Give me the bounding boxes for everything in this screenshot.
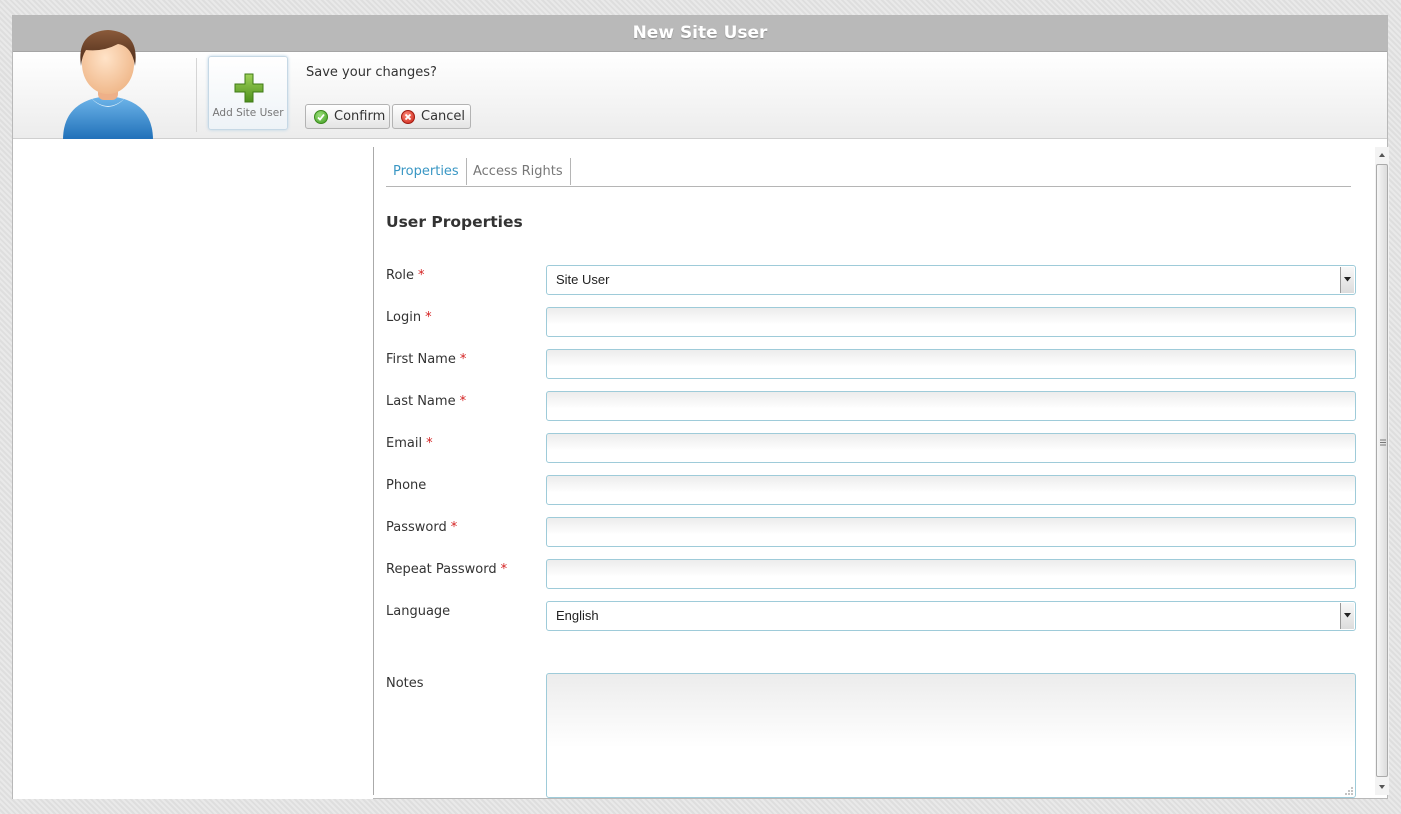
login-input[interactable] xyxy=(546,307,1356,337)
language-select[interactable]: English xyxy=(546,601,1356,631)
email-input[interactable] xyxy=(546,433,1356,463)
confirm-button[interactable]: Confirm xyxy=(305,104,390,129)
language-select-value: English xyxy=(556,608,599,623)
field-label: Notes xyxy=(386,676,424,691)
chevron-down-icon[interactable] xyxy=(1340,267,1354,293)
form-row-language: Language English xyxy=(386,601,1356,633)
field-label: Password * xyxy=(386,520,458,535)
plus-icon xyxy=(234,73,264,103)
first-name-input[interactable] xyxy=(546,349,1356,379)
tab-bar: Properties Access Rights xyxy=(386,158,1351,187)
form-row-notes: Notes xyxy=(386,673,1356,799)
required-marker: * xyxy=(459,394,467,409)
notes-textarea[interactable] xyxy=(546,673,1356,798)
scroll-down-arrow-icon[interactable] xyxy=(1375,779,1389,795)
save-prompt: Save your changes? xyxy=(306,65,437,80)
form-row-last-name: Last Name * xyxy=(386,391,1356,423)
field-label: Login * xyxy=(386,310,432,325)
dialog-window: New Site User Add Site User Save your ch… xyxy=(12,15,1389,799)
form-row-phone: Phone xyxy=(386,475,1356,507)
field-label: First Name * xyxy=(386,352,467,367)
field-label: Phone xyxy=(386,478,427,493)
field-label: Email * xyxy=(386,436,433,451)
required-marker: * xyxy=(459,352,467,367)
add-site-user-label: Add Site User xyxy=(212,107,284,119)
form-row-repeat-password: Repeat Password * xyxy=(386,559,1356,591)
tab-properties[interactable]: Properties xyxy=(386,158,467,185)
check-icon xyxy=(314,110,328,124)
field-label: Repeat Password * xyxy=(386,562,508,577)
field-label: Language xyxy=(386,604,451,619)
add-site-user-button[interactable]: Add Site User xyxy=(208,56,288,130)
close-icon xyxy=(401,110,415,124)
form-row-role: Role * Site User xyxy=(386,265,1356,297)
password-input[interactable] xyxy=(546,517,1356,547)
repeat-password-input[interactable] xyxy=(546,559,1356,589)
confirm-label: Confirm xyxy=(334,109,386,124)
required-marker: * xyxy=(426,436,433,451)
form-row-first-name: First Name * xyxy=(386,349,1356,381)
last-name-input[interactable] xyxy=(546,391,1356,421)
cancel-button[interactable]: Cancel xyxy=(392,104,471,129)
toolbar: Add Site User Save your changes? Confirm… xyxy=(13,30,1387,140)
vertical-scrollbar[interactable] xyxy=(1375,147,1389,795)
role-select[interactable]: Site User xyxy=(546,265,1356,295)
dialog-title: New Site User xyxy=(13,16,1387,52)
cancel-label: Cancel xyxy=(421,109,466,124)
field-label: Role * xyxy=(386,268,425,283)
user-avatar-icon xyxy=(63,30,153,140)
panel-divider xyxy=(373,147,374,795)
toolbar-separator xyxy=(196,58,197,132)
required-marker: * xyxy=(425,310,432,325)
form-row-email: Email * xyxy=(386,433,1356,465)
phone-input[interactable] xyxy=(546,475,1356,505)
form-panel: Properties Access Rights User Properties… xyxy=(386,147,1356,798)
required-marker: * xyxy=(418,268,425,283)
required-marker: * xyxy=(450,520,458,535)
role-select-value: Site User xyxy=(556,272,610,287)
chevron-down-icon[interactable] xyxy=(1340,603,1354,629)
field-label: Last Name * xyxy=(386,394,467,409)
required-marker: * xyxy=(500,562,508,577)
scrollbar-thumb[interactable] xyxy=(1376,164,1388,777)
form-row-login: Login * xyxy=(386,307,1356,339)
tab-access-rights[interactable]: Access Rights xyxy=(466,158,571,185)
resize-grip-icon[interactable] xyxy=(1343,785,1353,795)
left-panel xyxy=(13,139,373,799)
scroll-up-arrow-icon[interactable] xyxy=(1375,147,1389,163)
form-row-password: Password * xyxy=(386,517,1356,549)
section-title: User Properties xyxy=(386,213,523,231)
